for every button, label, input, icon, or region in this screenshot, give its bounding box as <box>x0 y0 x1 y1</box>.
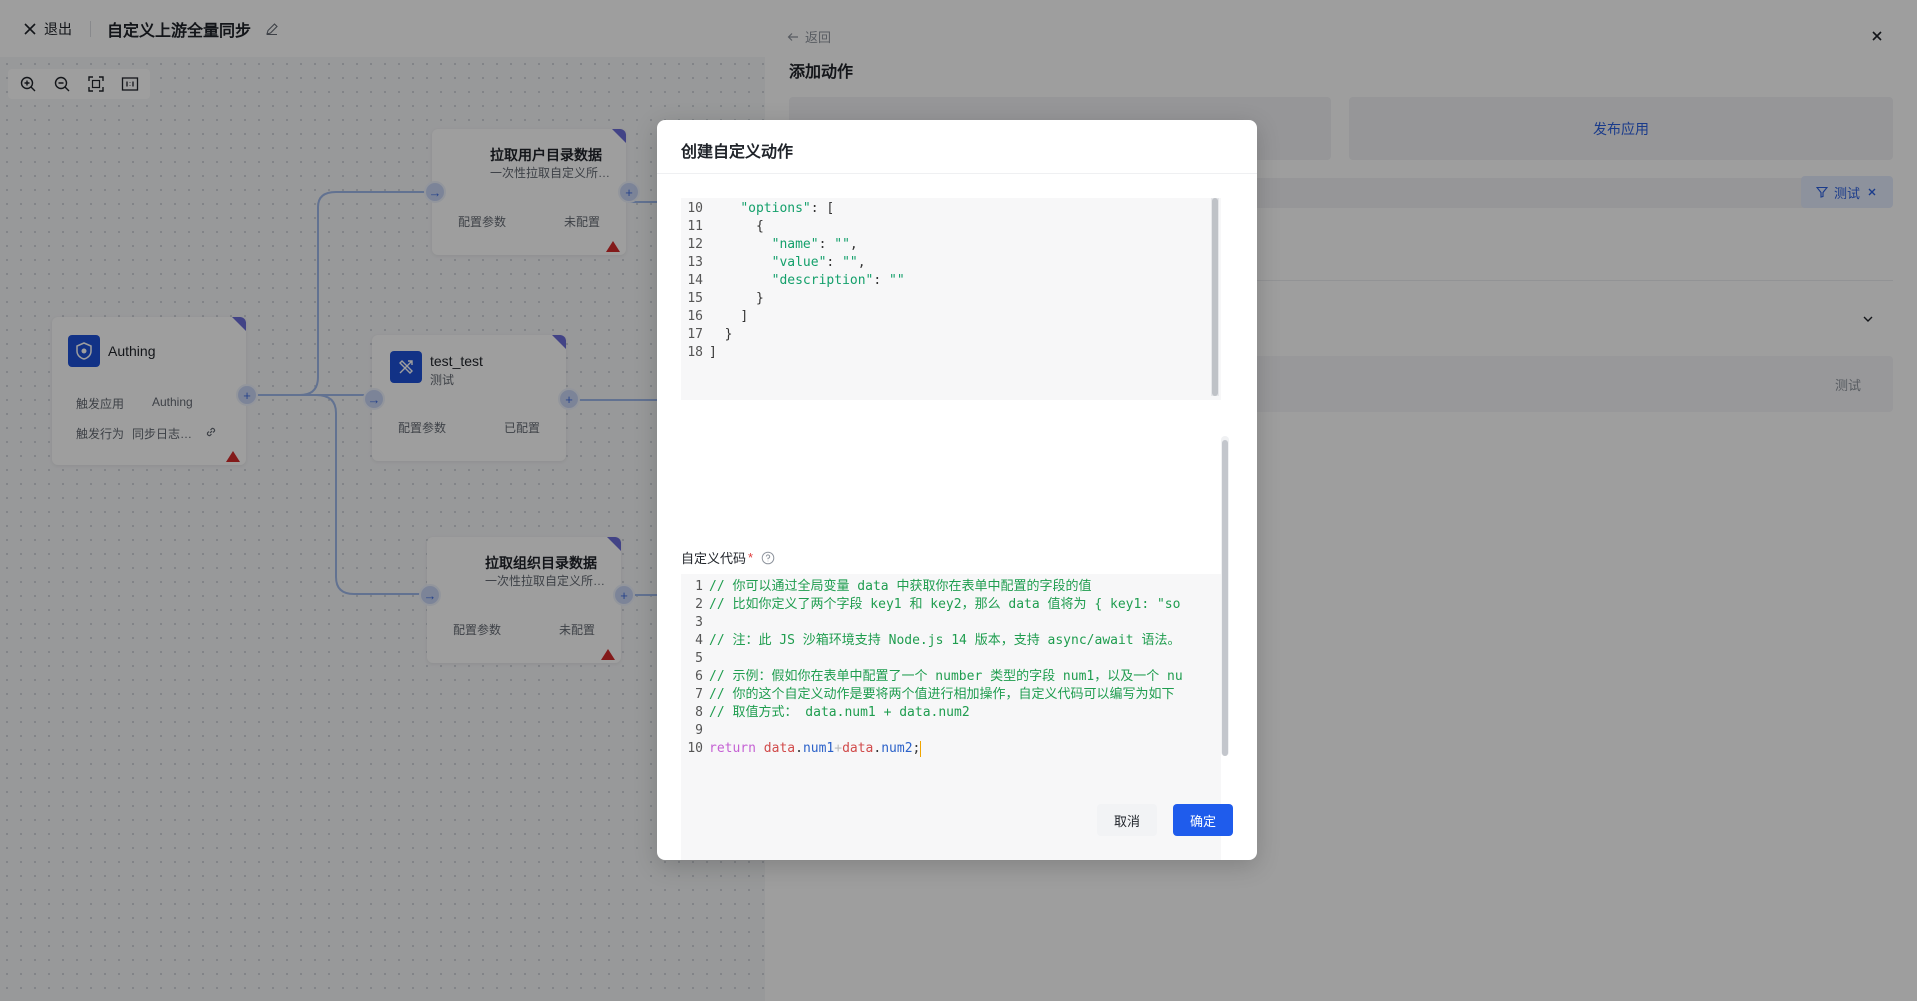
code-token: , <box>849 237 858 252</box>
code-token: num2 <box>881 741 913 756</box>
code-line[interactable]: 2// 比如你定义了两个字段 key1 和 key2，那么 data 值将为 {… <box>681 594 1180 616</box>
custom-code-label-text: 自定义代码 <box>681 551 747 566</box>
text-cursor <box>920 740 922 757</box>
code-token: : <box>873 273 890 288</box>
code-token: } <box>755 291 764 306</box>
code-token: // 你可以通过全局变量 data 中获取你在表单中配置的字段的值 <box>709 579 1092 594</box>
code-token: . <box>795 741 803 756</box>
dialog-scrollbar[interactable] <box>1221 436 1229 756</box>
code-token: "" <box>889 273 905 288</box>
code-token: // 取值方式： data.num1 + data.num2 <box>709 705 970 720</box>
line-number: 10 <box>687 741 703 756</box>
code-token: "" <box>842 255 858 270</box>
custom-code-label: 自定义代码 * <box>681 548 775 567</box>
dialog-title: 创建自定义动作 <box>681 144 794 161</box>
code-token: : <box>818 237 835 252</box>
code-token: ; <box>912 741 921 756</box>
code-token: + <box>834 741 843 756</box>
code-line[interactable]: 4// 注：此 JS 沙箱环境支持 Node.js 14 版本，支持 async… <box>681 630 1180 652</box>
code-token: "description" <box>771 273 874 288</box>
code-line[interactable]: 18] <box>681 342 717 364</box>
code-token: , <box>857 255 866 270</box>
dialog-body: 10 "options": [11 {12 "name": "", 13 "val… <box>681 178 1233 860</box>
code-token: ] <box>709 345 717 360</box>
code-token: ] <box>740 309 749 324</box>
code-token: return <box>709 741 756 756</box>
code-token: "" <box>834 237 850 252</box>
code-token: data <box>763 741 796 756</box>
code-token: // 你的这个自定义动作是要将两个值进行相加操作，自定义代码可以编写为如下 <box>709 687 1175 702</box>
code-token: { <box>755 219 764 234</box>
code-token: : [ <box>810 201 835 216</box>
cancel-button[interactable]: 取消 <box>1097 804 1157 836</box>
create-custom-action-dialog: 创建自定义动作 10 "options": [11 {12 "name": ""… <box>657 120 1257 860</box>
code-token: "value" <box>771 255 827 270</box>
help-circle-icon[interactable] <box>761 551 775 565</box>
code-token: : <box>826 255 843 270</box>
json-editor-scrollbar[interactable] <box>1211 198 1219 396</box>
code-token: num1 <box>802 741 835 756</box>
dialog-scrollbar-thumb[interactable] <box>1222 440 1228 756</box>
code-token: data <box>842 741 874 756</box>
code-token: "name" <box>771 237 819 252</box>
code-token: "options" <box>740 201 811 216</box>
code-token: // 示例：假如你在表单中配置了一个 number 类型的字段 num1，以及一… <box>709 669 1183 684</box>
code-token: // 比如你定义了两个字段 key1 和 key2，那么 data 值将为 { … <box>709 597 1181 612</box>
json-editor-scrollbar-thumb[interactable] <box>1212 198 1218 396</box>
confirm-button[interactable]: 确定 <box>1173 804 1233 836</box>
dialog-header: 创建自定义动作 <box>657 120 1257 174</box>
code-token: } <box>724 327 733 342</box>
code-token: // 注：此 JS 沙箱环境支持 Node.js 14 版本，支持 async/… <box>709 633 1181 648</box>
code-line[interactable]: 8// 取值方式： data.num1 + data.num2 <box>681 702 970 724</box>
line-number: 18 <box>687 345 703 360</box>
required-mark: * <box>748 550 754 565</box>
params-json-editor[interactable]: 10 "options": [11 {12 "name": "", 13 "val… <box>681 198 1221 400</box>
code-line[interactable]: 10 return data.num1+data.num2; <box>681 738 922 760</box>
